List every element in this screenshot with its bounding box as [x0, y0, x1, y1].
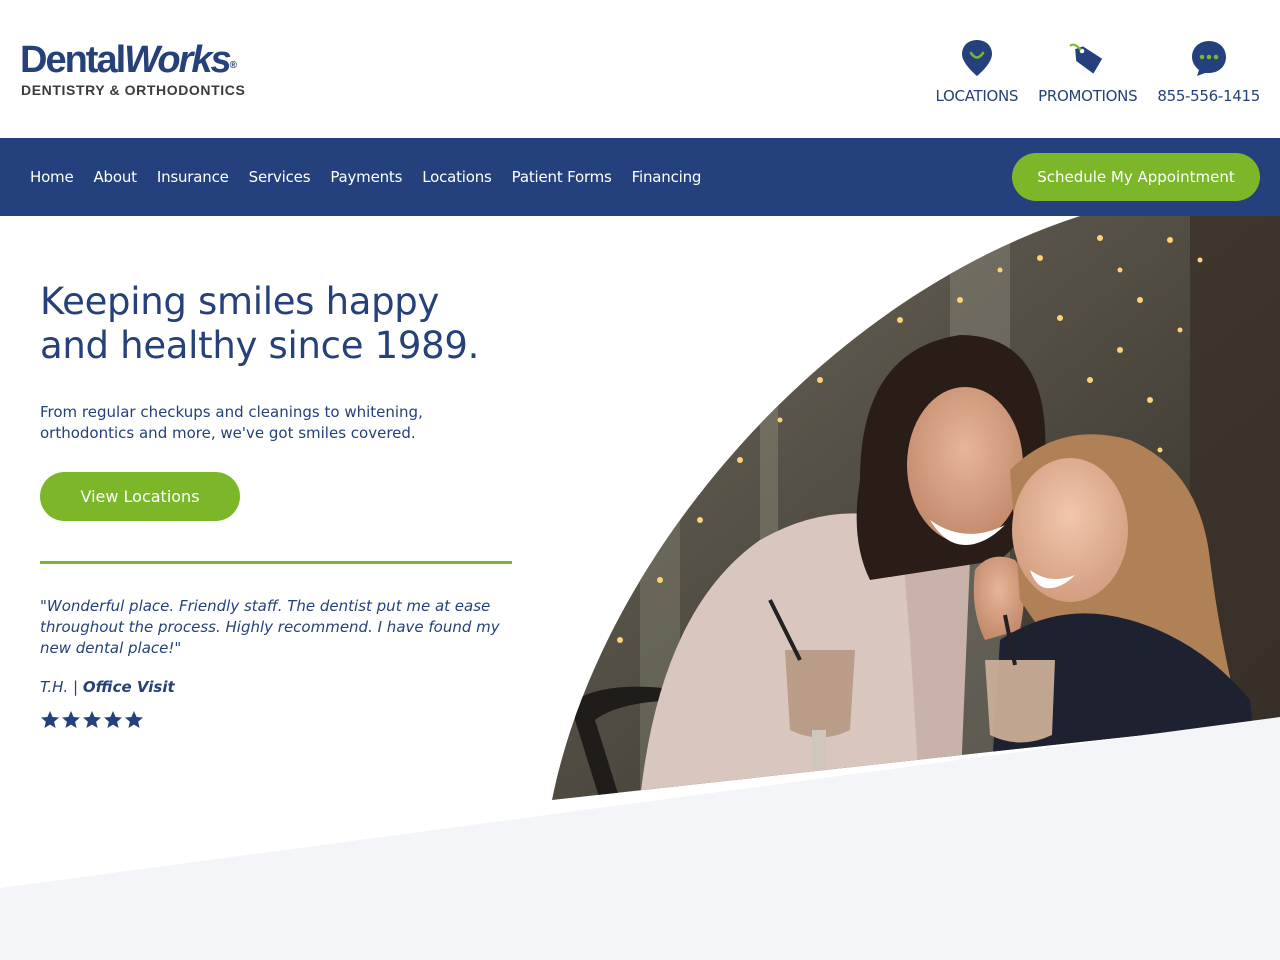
testimonial-author: T.H. | Office Visit — [40, 678, 520, 696]
author-separator: | — [72, 678, 79, 696]
main-nav: Home About Insurance Services Payments L… — [0, 138, 1280, 216]
header-quick-links: LOCATIONS PROMOTIONS 855-556-1415 — [936, 38, 1260, 105]
nav-item-patient-forms[interactable]: Patient Forms — [502, 168, 622, 186]
nav-item-insurance[interactable]: Insurance — [147, 168, 239, 186]
star-icon — [41, 711, 59, 728]
promotions-link-label: PROMOTIONS — [1038, 87, 1138, 105]
chat-bubble-icon — [1191, 41, 1226, 76]
star-icon — [83, 711, 101, 728]
nav-item-about[interactable]: About — [84, 168, 147, 186]
promotions-link[interactable]: PROMOTIONS — [1038, 38, 1138, 105]
locations-link-label: LOCATIONS — [935, 87, 1019, 105]
logo-wordmark: DentalWorks® — [20, 39, 237, 81]
star-icon — [62, 711, 80, 728]
star-icon — [104, 711, 122, 728]
testimonial-quote: "Wonderful place. Friendly staff. The de… — [40, 597, 500, 657]
author-initials: T.H. — [40, 678, 69, 696]
nav-item-home[interactable]: Home — [20, 168, 84, 186]
nav-item-financing[interactable]: Financing — [622, 168, 712, 186]
phone-link[interactable]: 855-556-1415 — [1157, 38, 1260, 105]
star-icon — [125, 711, 143, 728]
nav-item-payments[interactable]: Payments — [320, 168, 412, 186]
section-divider — [40, 561, 512, 564]
schedule-appointment-button[interactable]: Schedule My Appointment — [1012, 153, 1260, 201]
hero-title-line-1: Keeping smiles happy — [40, 280, 440, 323]
location-pin-icon — [961, 40, 992, 76]
phone-link-label: 855-556-1415 — [1157, 87, 1260, 105]
logo-tagline: DENTISTRY & ORTHODONTICS — [21, 82, 246, 98]
hero-content: Keeping smiles happy and healthy since 1… — [40, 280, 520, 730]
hero-description: From regular checkups and cleanings to w… — [40, 403, 423, 442]
view-locations-button[interactable]: View Locations — [40, 472, 240, 521]
locations-link[interactable]: LOCATIONS — [935, 38, 1019, 105]
logo[interactable]: DentalWorks® DENTISTRY & ORTHODONTICS — [20, 40, 245, 98]
nav-item-locations[interactable]: Locations — [412, 168, 501, 186]
review-source: Office Visit — [82, 678, 175, 696]
rating-stars — [40, 710, 520, 730]
hero-title: Keeping smiles happy and healthy since 1… — [40, 280, 520, 368]
tag-icon — [1069, 43, 1102, 74]
nav-menu: Home About Insurance Services Payments L… — [20, 138, 711, 216]
site-header: DentalWorks® DENTISTRY & ORTHODONTICS LO… — [0, 0, 1280, 138]
hero-title-line-2: and healthy since 1989. — [40, 324, 480, 367]
nav-item-services[interactable]: Services — [239, 168, 321, 186]
